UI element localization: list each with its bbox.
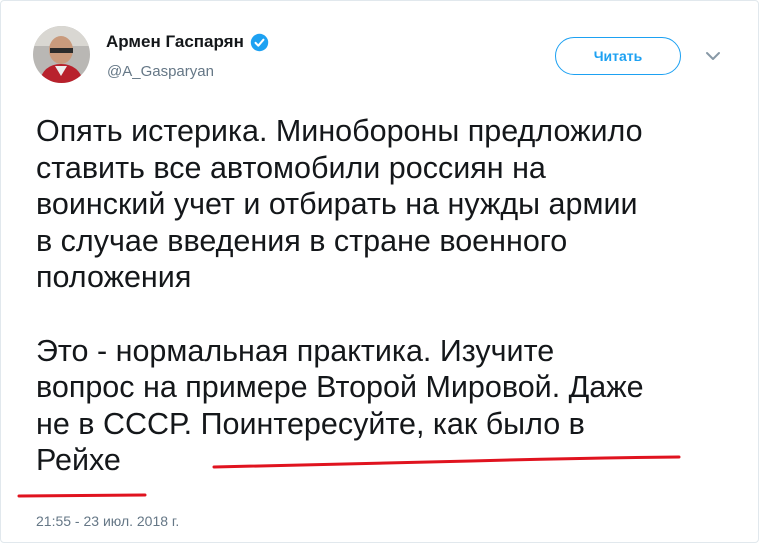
author-handle[interactable]: @A_Gasparyan [107,63,214,80]
author-display-name[interactable]: Армен Гаспарян [106,32,244,52]
avatar[interactable] [33,26,90,83]
tweet-card: Армен Гаспарян @A_Gasparyan Читать Опять… [0,0,759,543]
follow-button[interactable]: Читать [555,37,681,75]
verified-badge-icon [250,33,269,51]
tweet-timestamp[interactable]: 21:55 - 23 июл. 2018 г. [36,513,179,529]
tweet-text: Опять истерика. Минобороны предложило ст… [36,114,644,478]
chevron-down-icon[interactable] [705,51,721,61]
author-name-row: Армен Гаспарян [106,32,269,52]
